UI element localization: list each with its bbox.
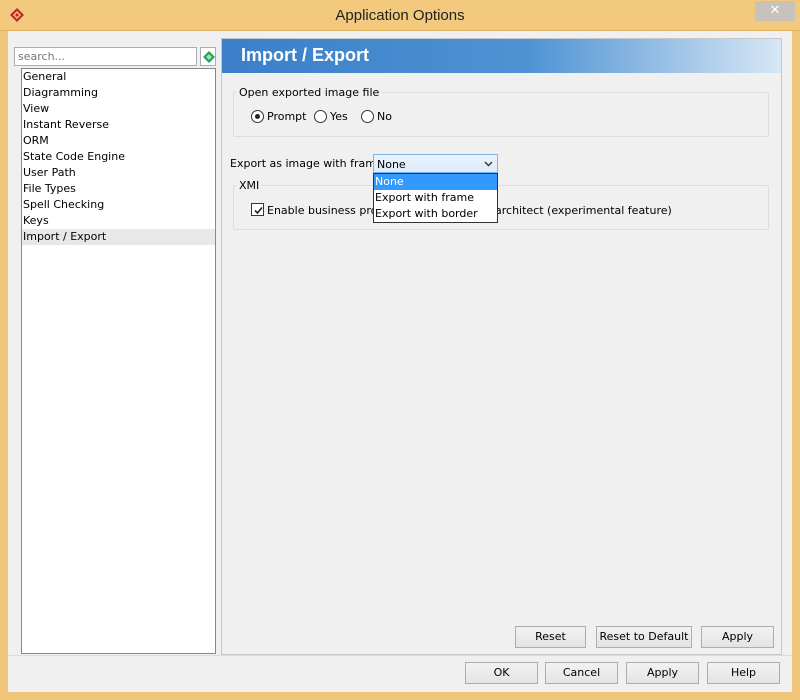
radio-prompt-label[interactable]: Prompt bbox=[267, 110, 306, 123]
sidebar-item-orm[interactable]: ORM bbox=[22, 133, 215, 149]
close-button[interactable]: ✕ bbox=[755, 1, 795, 21]
title-bar[interactable]: Application Options ✕ bbox=[0, 0, 800, 31]
search-input[interactable] bbox=[14, 47, 197, 66]
footer-divider bbox=[8, 655, 792, 656]
chevron-down-icon bbox=[484, 161, 493, 167]
apply-button[interactable]: Apply bbox=[626, 662, 699, 684]
export-frame-select[interactable]: None bbox=[373, 154, 498, 173]
reset-button[interactable]: Reset bbox=[515, 626, 586, 648]
close-icon: ✕ bbox=[769, 3, 781, 18]
enable-business-process-checkbox[interactable] bbox=[251, 203, 264, 216]
sidebar-item-import-export[interactable]: Import / Export bbox=[22, 229, 215, 245]
sidebar-item-user-path[interactable]: User Path bbox=[22, 165, 215, 181]
sidebar-item-keys[interactable]: Keys bbox=[22, 213, 215, 229]
open-exported-image-legend: Open exported image file bbox=[236, 86, 383, 99]
sidebar-item-file-types[interactable]: File Types bbox=[22, 181, 215, 197]
sidebar-item-general[interactable]: General bbox=[22, 69, 215, 85]
checkmark-icon bbox=[254, 206, 263, 215]
search-go-button[interactable] bbox=[200, 47, 216, 66]
help-button[interactable]: Help bbox=[707, 662, 780, 684]
window-title: Application Options bbox=[335, 7, 465, 24]
radio-no-label[interactable]: No bbox=[377, 110, 392, 123]
reset-to-default-button[interactable]: Reset to Default bbox=[596, 626, 692, 648]
radio-yes[interactable] bbox=[314, 110, 327, 123]
panel-header: Import / Export bbox=[222, 39, 781, 73]
dropdown-option-none[interactable]: None bbox=[374, 174, 497, 190]
sidebar-item-diagramming[interactable]: Diagramming bbox=[22, 85, 215, 101]
radio-yes-label[interactable]: Yes bbox=[330, 110, 348, 123]
export-frame-dropdown-list[interactable]: None Export with frame Export with borde… bbox=[373, 173, 498, 223]
export-frame-selected-value: None bbox=[377, 158, 406, 171]
search-go-icon bbox=[203, 51, 215, 63]
enable-business-process-label-tail[interactable]: architect (experimental feature) bbox=[495, 204, 672, 217]
radio-prompt[interactable] bbox=[251, 110, 264, 123]
enable-business-process-label[interactable]: Enable business proce bbox=[267, 204, 390, 217]
sidebar-item-view[interactable]: View bbox=[22, 101, 215, 117]
dropdown-option-export-with-border[interactable]: Export with border bbox=[374, 206, 497, 222]
xmi-legend: XMI bbox=[236, 179, 263, 192]
dropdown-option-export-with-frame[interactable]: Export with frame bbox=[374, 190, 497, 206]
cancel-button[interactable]: Cancel bbox=[545, 662, 618, 684]
page-title: Import / Export bbox=[241, 45, 370, 65]
application-options-window: Application Options ✕ General Diagrammin… bbox=[0, 0, 800, 700]
ok-button[interactable]: OK bbox=[465, 662, 538, 684]
sidebar-item-spell-checking[interactable]: Spell Checking bbox=[22, 197, 215, 213]
options-category-tree[interactable]: General Diagramming View Instant Reverse… bbox=[21, 68, 216, 654]
sidebar-item-instant-reverse[interactable]: Instant Reverse bbox=[22, 117, 215, 133]
sidebar-item-state-code-engine[interactable]: State Code Engine bbox=[22, 149, 215, 165]
radio-no[interactable] bbox=[361, 110, 374, 123]
panel-apply-button[interactable]: Apply bbox=[701, 626, 774, 648]
export-frame-label: Export as image with frame : bbox=[230, 157, 390, 170]
